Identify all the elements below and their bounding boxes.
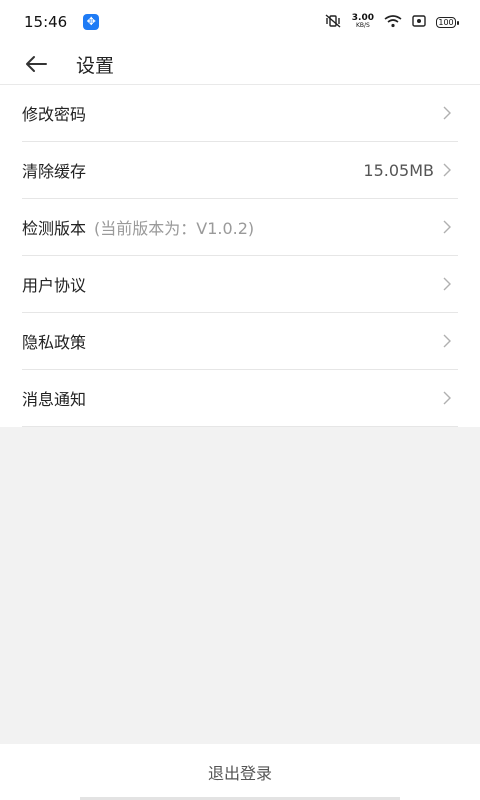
wifi-icon	[384, 14, 402, 31]
battery-level: 100	[438, 17, 454, 27]
chevron-right-icon	[440, 162, 454, 178]
settings-item-label: 用户协议	[22, 276, 87, 295]
vibrate-off-icon	[324, 13, 342, 31]
row-left: 消息通知	[22, 386, 86, 410]
header-bar: 设置	[0, 44, 480, 85]
row-right	[440, 219, 458, 235]
chevron-right-icon	[440, 333, 454, 349]
settings-item-label: 消息通知	[22, 390, 87, 409]
status-left: 15:46 ✥	[24, 13, 100, 31]
row-right	[440, 276, 458, 292]
row-left: 用户协议	[22, 272, 86, 296]
row-right: 15.05MB	[363, 161, 458, 180]
chevron-right-icon	[440, 105, 454, 121]
chevron-right-icon	[440, 390, 454, 406]
settings-item-label: 修改密码	[22, 105, 87, 124]
logout-button[interactable]: 退出登录	[178, 752, 302, 792]
settings-item-label: 隐私政策	[22, 333, 87, 352]
settings-item-label: 检测版本	[22, 219, 87, 238]
speed-value: 3.00	[351, 13, 374, 23]
chevron-right-icon	[440, 276, 454, 292]
app-icon: ✥	[83, 14, 100, 30]
battery-icon: 100	[436, 16, 459, 28]
row-right	[440, 390, 458, 406]
network-speed: 3.00 KB/S	[352, 14, 374, 30]
settings-item-check-version[interactable]: 检测版本 (当前版本为：V1.0.2)	[22, 199, 458, 256]
row-left: 检测版本 (当前版本为：V1.0.2)	[22, 215, 254, 239]
status-right: 3.00 KB/S 100	[324, 13, 459, 31]
settings-item-label: 清除缓存	[22, 162, 87, 181]
status-bar: 15:46 ✥ 3.00 KB/S 100	[0, 0, 480, 44]
row-right	[440, 105, 458, 121]
row-right	[440, 333, 458, 349]
top-section: 15:46 ✥ 3.00 KB/S 100 设置	[0, 0, 480, 85]
settings-item-user-agreement[interactable]: 用户协议	[22, 256, 458, 313]
screen-record-icon	[412, 14, 426, 30]
page-title: 设置	[76, 54, 115, 77]
speed-unit: KB/S	[355, 22, 370, 29]
cache-size-value: 15.05MB	[363, 160, 434, 180]
bottom-bar: 退出登录	[0, 744, 480, 800]
row-left: 清除缓存	[22, 158, 86, 182]
settings-item-privacy-policy[interactable]: 隐私政策	[22, 313, 458, 370]
row-left: 隐私政策	[22, 329, 86, 353]
settings-item-clear-cache[interactable]: 清除缓存 15.05MB	[22, 142, 458, 199]
arrow-left-icon[interactable]	[24, 52, 48, 76]
settings-item-notifications[interactable]: 消息通知	[22, 370, 458, 427]
settings-list: 修改密码 清除缓存 15.05MB 检测版本 (当前版本为：V1.0.2) 用户…	[0, 85, 480, 427]
chevron-right-icon	[440, 219, 454, 235]
row-left: 修改密码	[22, 101, 86, 125]
status-time: 15:46	[24, 13, 68, 31]
current-version-text: (当前版本为：V1.0.2)	[94, 219, 255, 238]
settings-item-change-password[interactable]: 修改密码	[22, 85, 458, 142]
